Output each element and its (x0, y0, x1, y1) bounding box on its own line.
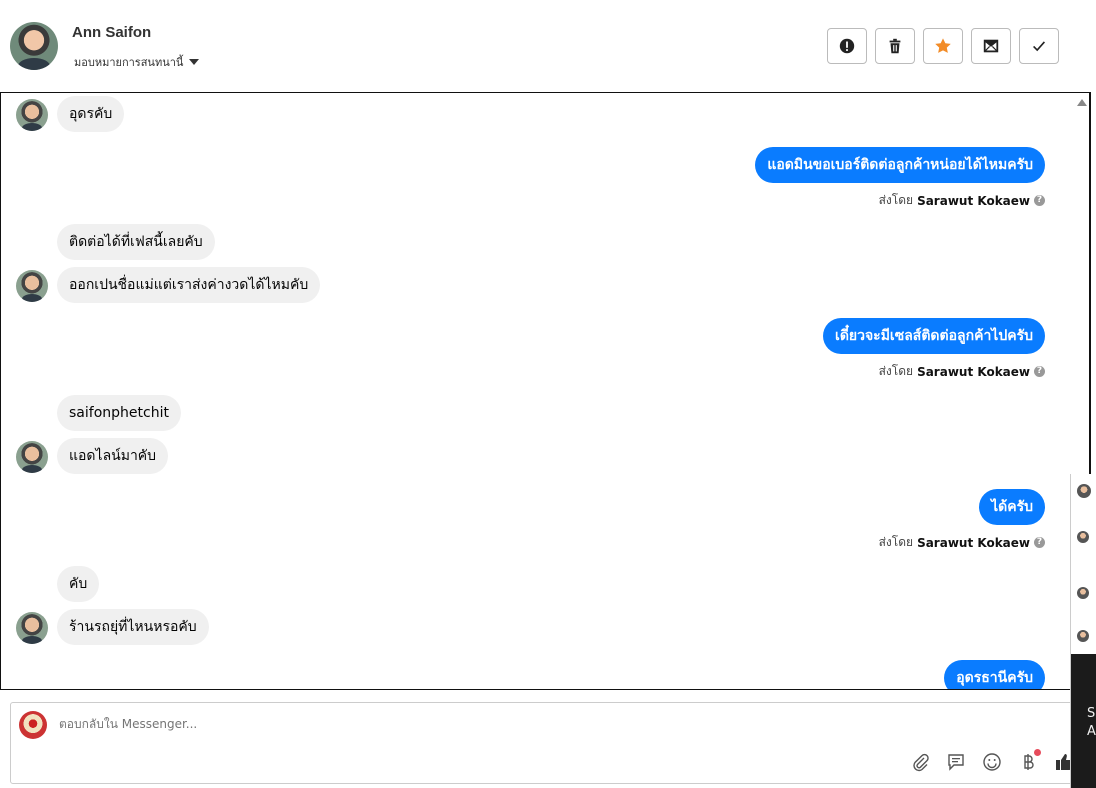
dark-popup-peek[interactable]: Sc A (1071, 654, 1096, 788)
mark-unread-button[interactable] (971, 28, 1011, 64)
sent-by-label: ส่งโดย Sarawut Kokaew? (879, 191, 1045, 210)
payment-button[interactable] (1017, 749, 1041, 773)
notification-dot (1034, 749, 1041, 756)
popup-text: A (1087, 724, 1096, 739)
outgoing-message[interactable]: อุดรธานีครับ (944, 660, 1045, 689)
incoming-message[interactable]: ติดต่อได้ที่เฟสนี้เลยคับ (57, 224, 215, 260)
composer-tools (909, 749, 1075, 773)
exclamation-icon (839, 38, 855, 54)
sent-by-label: ส่งโดย Sarawut Kokaew? (879, 533, 1045, 552)
contact-avatar-small (16, 441, 48, 473)
agent-name: Sarawut Kokaew (917, 535, 1030, 550)
assign-conversation-dropdown[interactable]: มอบหมายการสนทนานี้ (74, 53, 200, 71)
help-icon[interactable]: ? (1034, 537, 1045, 548)
contact-avatar-small (16, 270, 48, 302)
list-avatar (1077, 630, 1089, 642)
help-icon[interactable]: ? (1034, 195, 1045, 206)
envelope-icon (983, 39, 999, 53)
agent-name: Sarawut Kokaew (917, 193, 1030, 208)
conversation-header: Ann Saifon มอบหมายการสนทนานี้ (0, 0, 1090, 92)
incoming-message[interactable]: ออกเปนชื่อแม่แต่เราส่งค่างวดได้ไหมคับ (57, 267, 321, 303)
side-chat-list-peek[interactable]: Sc A (1070, 474, 1096, 788)
check-icon (1033, 41, 1046, 52)
message-thread[interactable]: อุดรคับ แอดมินขอเบอร์ติดต่อลูกค้าหน่อยได… (0, 92, 1091, 690)
attach-button[interactable] (909, 751, 931, 773)
spam-button[interactable] (827, 28, 867, 64)
chat-bubble-icon (948, 754, 964, 771)
reply-input[interactable] (59, 717, 659, 731)
outgoing-message[interactable]: ได้ครับ (979, 489, 1045, 525)
contact-avatar[interactable] (10, 22, 58, 70)
assign-label: มอบหมายการสนทนานี้ (74, 56, 184, 69)
contact-name[interactable]: Ann Saifon (72, 24, 151, 41)
scroll-up-arrow-icon[interactable] (1077, 99, 1087, 106)
help-icon[interactable]: ? (1034, 366, 1045, 377)
outgoing-message[interactable]: แอดมินขอเบอร์ติดต่อลูกค้าหน่อยได้ไหมครับ (755, 147, 1045, 183)
paperclip-icon (913, 753, 929, 772)
contact-avatar-small (16, 612, 48, 644)
incoming-message[interactable]: คับ (57, 566, 100, 602)
emoji-button[interactable] (981, 751, 1003, 773)
done-button[interactable] (1019, 28, 1059, 64)
star-icon (935, 38, 951, 53)
list-avatar (1077, 531, 1089, 543)
agent-name: Sarawut Kokaew (917, 364, 1030, 379)
caret-down-icon (189, 59, 200, 65)
star-button[interactable] (923, 28, 963, 64)
list-avatar (1077, 587, 1089, 599)
list-avatar (1077, 484, 1091, 498)
incoming-message[interactable]: saifonphetchit (57, 395, 181, 431)
incoming-message[interactable]: อุดรคับ (57, 96, 125, 132)
saved-replies-button[interactable] (945, 751, 967, 773)
page-avatar (19, 711, 47, 739)
reply-composer (10, 702, 1080, 784)
outgoing-message[interactable]: เดี๋ยวจะมีเซลส์ติดต่อลูกค้าไปครับ (823, 318, 1045, 354)
sent-by-label: ส่งโดย Sarawut Kokaew? (879, 362, 1045, 381)
conversation-actions (827, 28, 1059, 64)
incoming-message[interactable]: แอดไลน์มาคับ (57, 438, 169, 474)
contact-avatar-small (16, 99, 48, 131)
trash-icon (889, 38, 901, 54)
delete-button[interactable] (875, 28, 915, 64)
popup-text: Sc (1087, 706, 1096, 721)
smiley-icon (983, 753, 1001, 771)
incoming-message[interactable]: ร้านรถยุ่ที่ไหนหรอคับ (57, 609, 209, 645)
